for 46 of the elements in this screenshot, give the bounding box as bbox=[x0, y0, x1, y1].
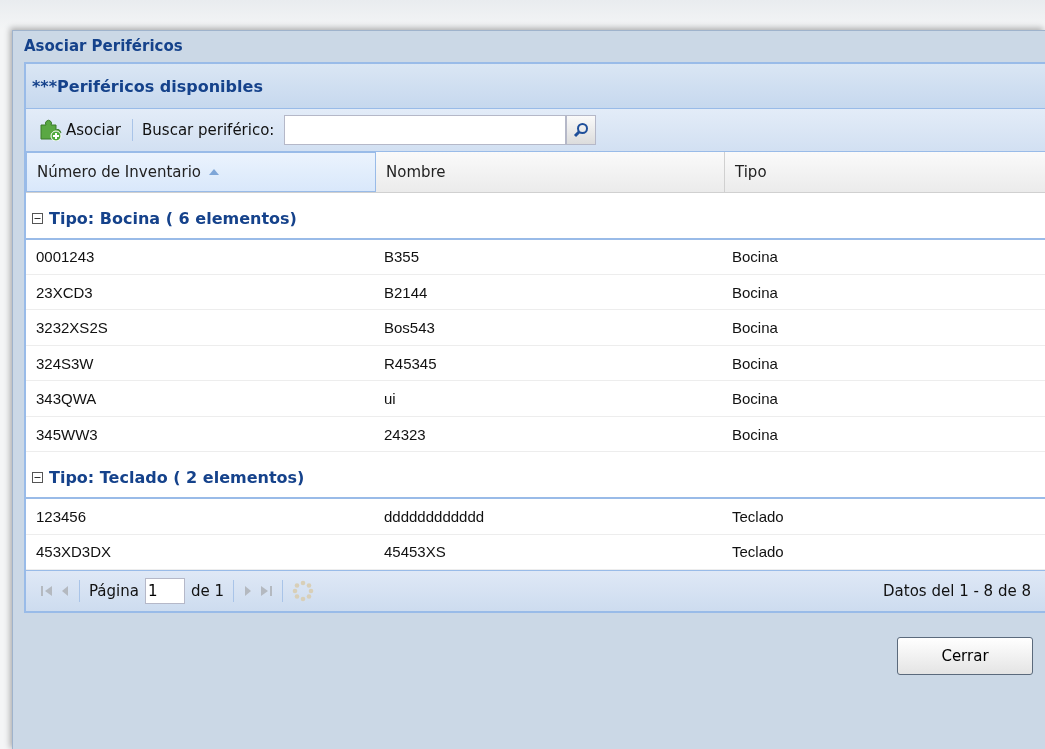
search-field[interactable] bbox=[284, 115, 567, 145]
close-button[interactable]: Cerrar bbox=[897, 637, 1033, 675]
table-cell-text: Bocina bbox=[731, 353, 779, 374]
search-label: Buscar periférico: bbox=[142, 121, 275, 139]
refresh-icon[interactable] bbox=[292, 580, 314, 602]
column-header[interactable]: Tipo bbox=[725, 152, 1045, 192]
table-cell-text: 0001243 bbox=[35, 247, 96, 268]
group-header[interactable]: Tipo: Bocina ( 6 elementos) bbox=[26, 192, 1045, 240]
sort-ascending-icon bbox=[209, 168, 219, 175]
window-title: Asociar Periféricos bbox=[24, 36, 183, 57]
table-cell-text: R45345 bbox=[383, 353, 438, 374]
table-cell-text: Teclado bbox=[731, 542, 785, 563]
panel-title: ***Periféricos disponibles bbox=[32, 76, 263, 96]
page-field[interactable]: 1 bbox=[144, 578, 185, 604]
associate-button[interactable]: Asociar bbox=[36, 117, 124, 143]
table-cell-text: Bocina bbox=[731, 424, 779, 445]
collapse-icon bbox=[32, 212, 43, 224]
table-cell-text: B355 bbox=[383, 247, 421, 268]
group-header[interactable]: Tipo: Teclado ( 2 elementos) bbox=[26, 452, 1045, 500]
puzzle-add-icon bbox=[38, 119, 62, 141]
table-cell-text: 3232XS2S bbox=[35, 318, 109, 339]
table-cell-text: Bocina bbox=[731, 389, 779, 410]
search-button[interactable] bbox=[566, 115, 597, 145]
table-cell-text: 345WW3 bbox=[35, 424, 99, 445]
table-cell-text: 24323 bbox=[383, 424, 427, 445]
page-count: de 1 bbox=[190, 582, 224, 600]
table-cell-text: 343QWA bbox=[35, 389, 98, 410]
table-cell-text: 324S3W bbox=[35, 353, 95, 374]
table-cell-text: 45453XS bbox=[383, 542, 447, 563]
table-cell-text: Teclado bbox=[731, 506, 785, 527]
table-cell-text: Bocina bbox=[731, 247, 779, 268]
table-cell-text: Bocina bbox=[731, 282, 779, 303]
table-cell-text: B2144 bbox=[383, 282, 429, 303]
collapse-icon bbox=[32, 472, 43, 484]
search-icon bbox=[573, 122, 590, 138]
table-cell-text: Bos543 bbox=[383, 318, 436, 339]
table-cell-text: 453XD3DX bbox=[35, 542, 113, 563]
table-cell-text: 123456 bbox=[35, 506, 88, 527]
table-cell-text: Bocina bbox=[731, 318, 779, 339]
table-cell-text: dddddddddddd bbox=[383, 506, 486, 527]
page-label: Página bbox=[89, 582, 139, 600]
table-cell-text: ui bbox=[383, 389, 397, 410]
paging-summary: Datos del 1 - 8 de 8 bbox=[883, 582, 1031, 600]
column-header[interactable]: Número de Inventario bbox=[26, 152, 376, 192]
table-cell-text: 23XCD3 bbox=[35, 282, 94, 303]
column-header[interactable]: Nombre bbox=[376, 152, 725, 192]
